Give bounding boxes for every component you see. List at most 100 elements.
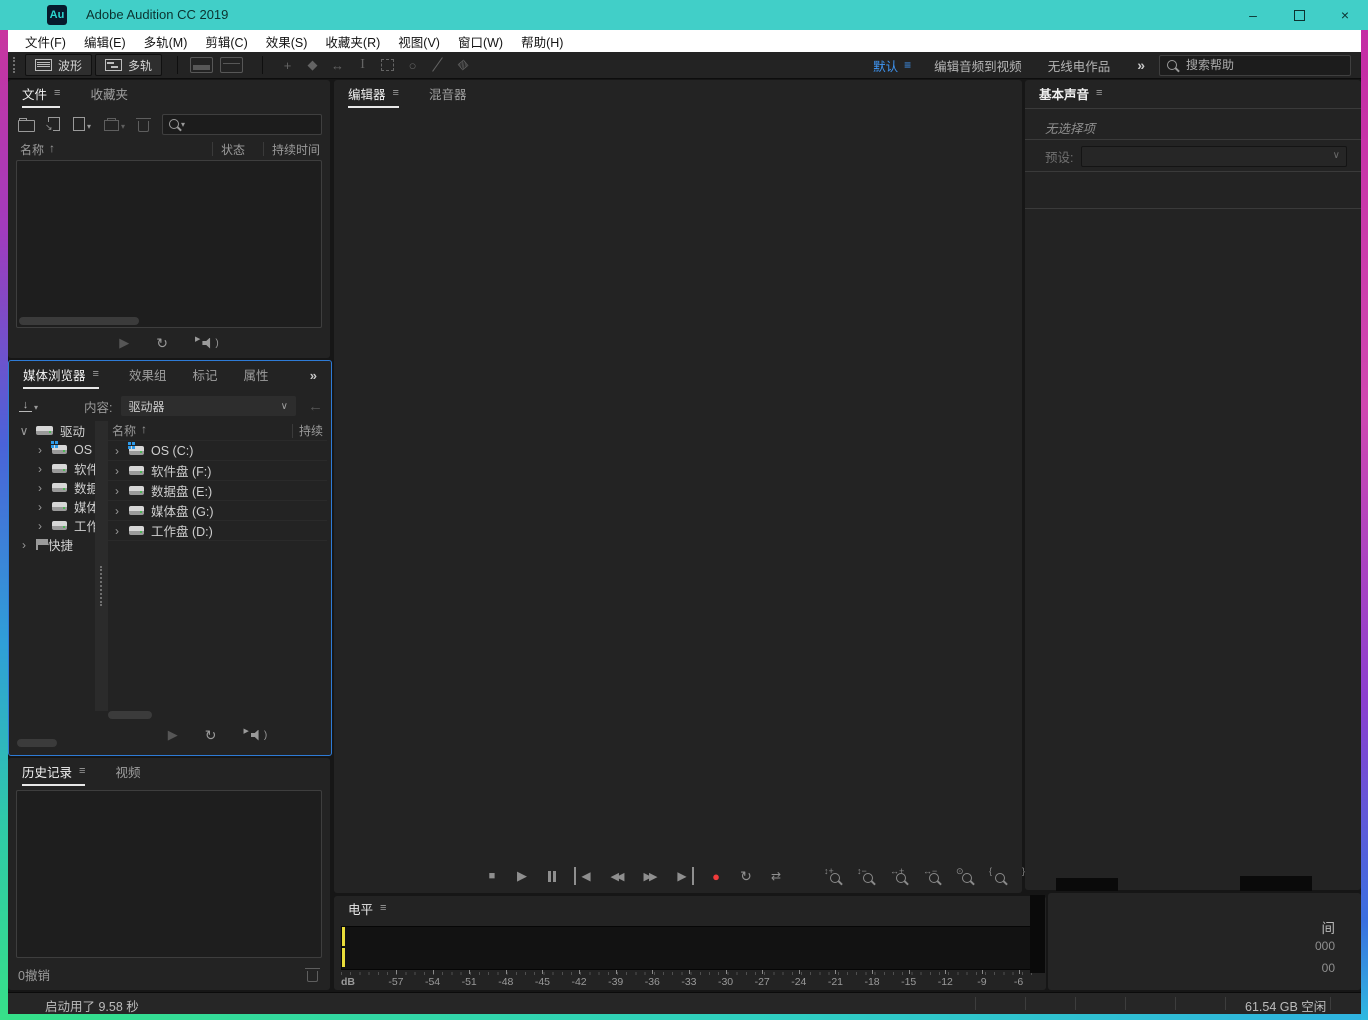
panel-menu-icon[interactable]: ≡ — [380, 902, 386, 914]
column-name[interactable]: 名称↑ — [20, 141, 212, 158]
tree-drive-row[interactable]: ›媒体盘 (G:) — [15, 497, 95, 516]
preview-loop-icon[interactable]: ↻ — [205, 727, 217, 744]
back-arrow-icon[interactable]: ← — [308, 398, 323, 415]
skip-back-button[interactable]: ◀ — [574, 867, 594, 885]
preview-play-icon[interactable]: ▶ — [119, 335, 129, 351]
tab-markers[interactable]: 标记 — [192, 361, 217, 389]
drive-row[interactable]: ›软件盘 (F:) — [108, 461, 327, 481]
skip-selection-button[interactable]: ⇄ — [768, 867, 784, 885]
tab-media-browser[interactable]: 媒体浏览器≡ — [23, 361, 99, 389]
tab-video[interactable]: 视频 — [115, 758, 140, 786]
preview-play-icon[interactable]: ▶ — [168, 727, 178, 743]
panel-menu-icon[interactable]: ≡ — [79, 765, 85, 777]
spot-healing-tool-icon[interactable]: ▨ — [447, 49, 479, 80]
trash-icon[interactable] — [138, 121, 149, 132]
zoom-out-amplitude-button[interactable]: ↕− — [857, 868, 876, 884]
zoom-in-time-button[interactable]: ↔+ — [890, 868, 909, 884]
panel-menu-icon[interactable]: ≡ — [54, 87, 60, 99]
drive-row[interactable]: ›工作盘 (D:) — [108, 521, 327, 541]
lasso-selection-tool-icon[interactable]: ○ — [400, 55, 425, 75]
auto-play-speaker-icon[interactable]: ▶) — [195, 338, 219, 349]
column-duration[interactable]: 持续时间 — [264, 141, 320, 158]
fast-forward-button[interactable]: ▶▶ — [641, 867, 660, 885]
tab-history[interactable]: 历史记录≡ — [22, 758, 85, 786]
column-duration[interactable]: 持续 — [293, 422, 323, 439]
files-hscrollbar[interactable] — [19, 317, 139, 325]
waveform-view-button[interactable]: 波形 — [25, 54, 92, 76]
import-media-button[interactable]: ↓▾ — [19, 400, 38, 412]
tree-drive-row[interactable]: ›OS (C:) — [15, 440, 95, 459]
workspace-default[interactable]: 默认 — [860, 56, 904, 75]
record-button[interactable]: ● — [708, 867, 724, 885]
menu-item[interactable]: 收藏夹(R) — [316, 32, 389, 51]
menu-item[interactable]: 多轨(M) — [135, 32, 197, 51]
preview-loop-icon[interactable]: ↻ — [156, 335, 168, 352]
tab-mixer[interactable]: 混音器 — [429, 80, 467, 108]
panel-menu-icon[interactable]: ≡ — [1096, 87, 1102, 99]
rewind-button[interactable]: ◀◀ — [608, 867, 627, 885]
menu-item[interactable]: 窗口(W) — [449, 32, 512, 51]
workspace-radio-production[interactable]: 无线电作品 — [1035, 56, 1124, 75]
zoom-in-amplitude-button[interactable]: ↕+ — [824, 868, 843, 884]
tree-item-shortcuts[interactable]: › 快捷 — [15, 535, 95, 554]
more-workspaces-button[interactable]: » — [1123, 57, 1159, 73]
tab-essential-sound[interactable]: 基本声音≡ — [1039, 80, 1102, 108]
multitrack-view-button[interactable]: 多轨 — [95, 54, 162, 76]
move-tool-icon[interactable]: + — [275, 55, 300, 75]
tab-properties[interactable]: 属性 — [243, 361, 268, 389]
loop-playback-button[interactable]: ↻ — [738, 867, 754, 885]
skip-forward-button[interactable]: ▶ — [674, 867, 694, 885]
preset-dropdown[interactable]: ∨ — [1081, 146, 1347, 167]
menu-item[interactable]: 视图(V) — [389, 32, 449, 51]
tree-drive-row[interactable]: ›数据盘 (E:) — [15, 478, 95, 497]
media-list-hscrollbar[interactable] — [108, 711, 152, 719]
tab-editor[interactable]: 编辑器≡ — [348, 80, 399, 108]
tab-levels[interactable]: 电平≡ — [348, 896, 386, 922]
maximize-button[interactable] — [1276, 0, 1322, 30]
play-button[interactable]: ▶ — [514, 867, 530, 885]
workspace-menu-icon[interactable]: ≡ — [904, 58, 911, 72]
column-name[interactable]: 名称↑ — [112, 422, 292, 439]
tab-files[interactable]: 文件≡ — [22, 80, 60, 108]
tab-effects-rack[interactable]: 效果组 — [129, 361, 167, 389]
more-tabs-button[interactable]: » — [310, 361, 317, 389]
help-search-input[interactable] — [1184, 57, 1343, 73]
zoom-in-point-button[interactable]: { — [989, 868, 1008, 884]
content-dropdown[interactable]: 驱动器 ∨ — [121, 396, 297, 416]
save-file-button[interactable]: ▾ — [104, 117, 125, 131]
close-button[interactable]: × — [1322, 0, 1368, 30]
new-file-button[interactable]: ▾ — [73, 117, 91, 131]
menu-item[interactable]: 剪辑(C) — [196, 32, 256, 51]
files-search-input[interactable] — [190, 116, 315, 133]
column-status[interactable]: 状态 — [213, 141, 263, 158]
drive-row[interactable]: ›OS (C:) — [108, 441, 327, 461]
zoom-reset-button[interactable]: ⊙ — [956, 868, 975, 884]
minimize-button[interactable]: – — [1230, 0, 1276, 30]
spectral-display-icon[interactable] — [190, 57, 213, 73]
menu-item[interactable]: 编辑(E) — [75, 32, 135, 51]
drive-row[interactable]: ›数据盘 (E:) — [108, 481, 327, 501]
panel-menu-icon[interactable]: ≡ — [393, 87, 399, 99]
tree-item-drives[interactable]: ∨ 驱动 — [15, 421, 95, 440]
tab-favorites[interactable]: 收藏夹 — [90, 80, 128, 108]
menu-item[interactable]: 效果(S) — [257, 32, 317, 51]
tree-list-splitter[interactable] — [95, 421, 108, 711]
workspace-edit-audio-video[interactable]: 编辑音频到视频 — [921, 56, 1035, 75]
media-tree-hscrollbar[interactable] — [17, 739, 57, 747]
menu-item[interactable]: 帮助(H) — [512, 32, 572, 51]
toolbar-grip[interactable] — [13, 57, 15, 73]
marquee-selection-tool-icon[interactable] — [375, 55, 400, 75]
open-file-icon[interactable] — [18, 120, 35, 132]
stop-button[interactable]: ■ — [484, 867, 500, 885]
razor-tool-icon[interactable]: ◆ — [300, 55, 325, 75]
tree-drive-row[interactable]: ›软件盘 (F:) — [15, 459, 95, 478]
auto-play-speaker-icon[interactable]: ▶) — [244, 730, 268, 741]
drive-row[interactable]: ›媒体盘 (G:) — [108, 501, 327, 521]
clear-history-trash-icon[interactable] — [307, 971, 318, 982]
tree-drive-row[interactable]: ›工作盘 (D:) — [15, 516, 95, 535]
ibeam-tool-icon[interactable]: I — [350, 55, 375, 75]
pause-button[interactable] — [544, 867, 560, 885]
import-file-icon[interactable] — [48, 117, 60, 131]
panel-menu-icon[interactable]: ≡ — [93, 368, 99, 380]
spectral-pitch-display-icon[interactable] — [220, 57, 243, 73]
